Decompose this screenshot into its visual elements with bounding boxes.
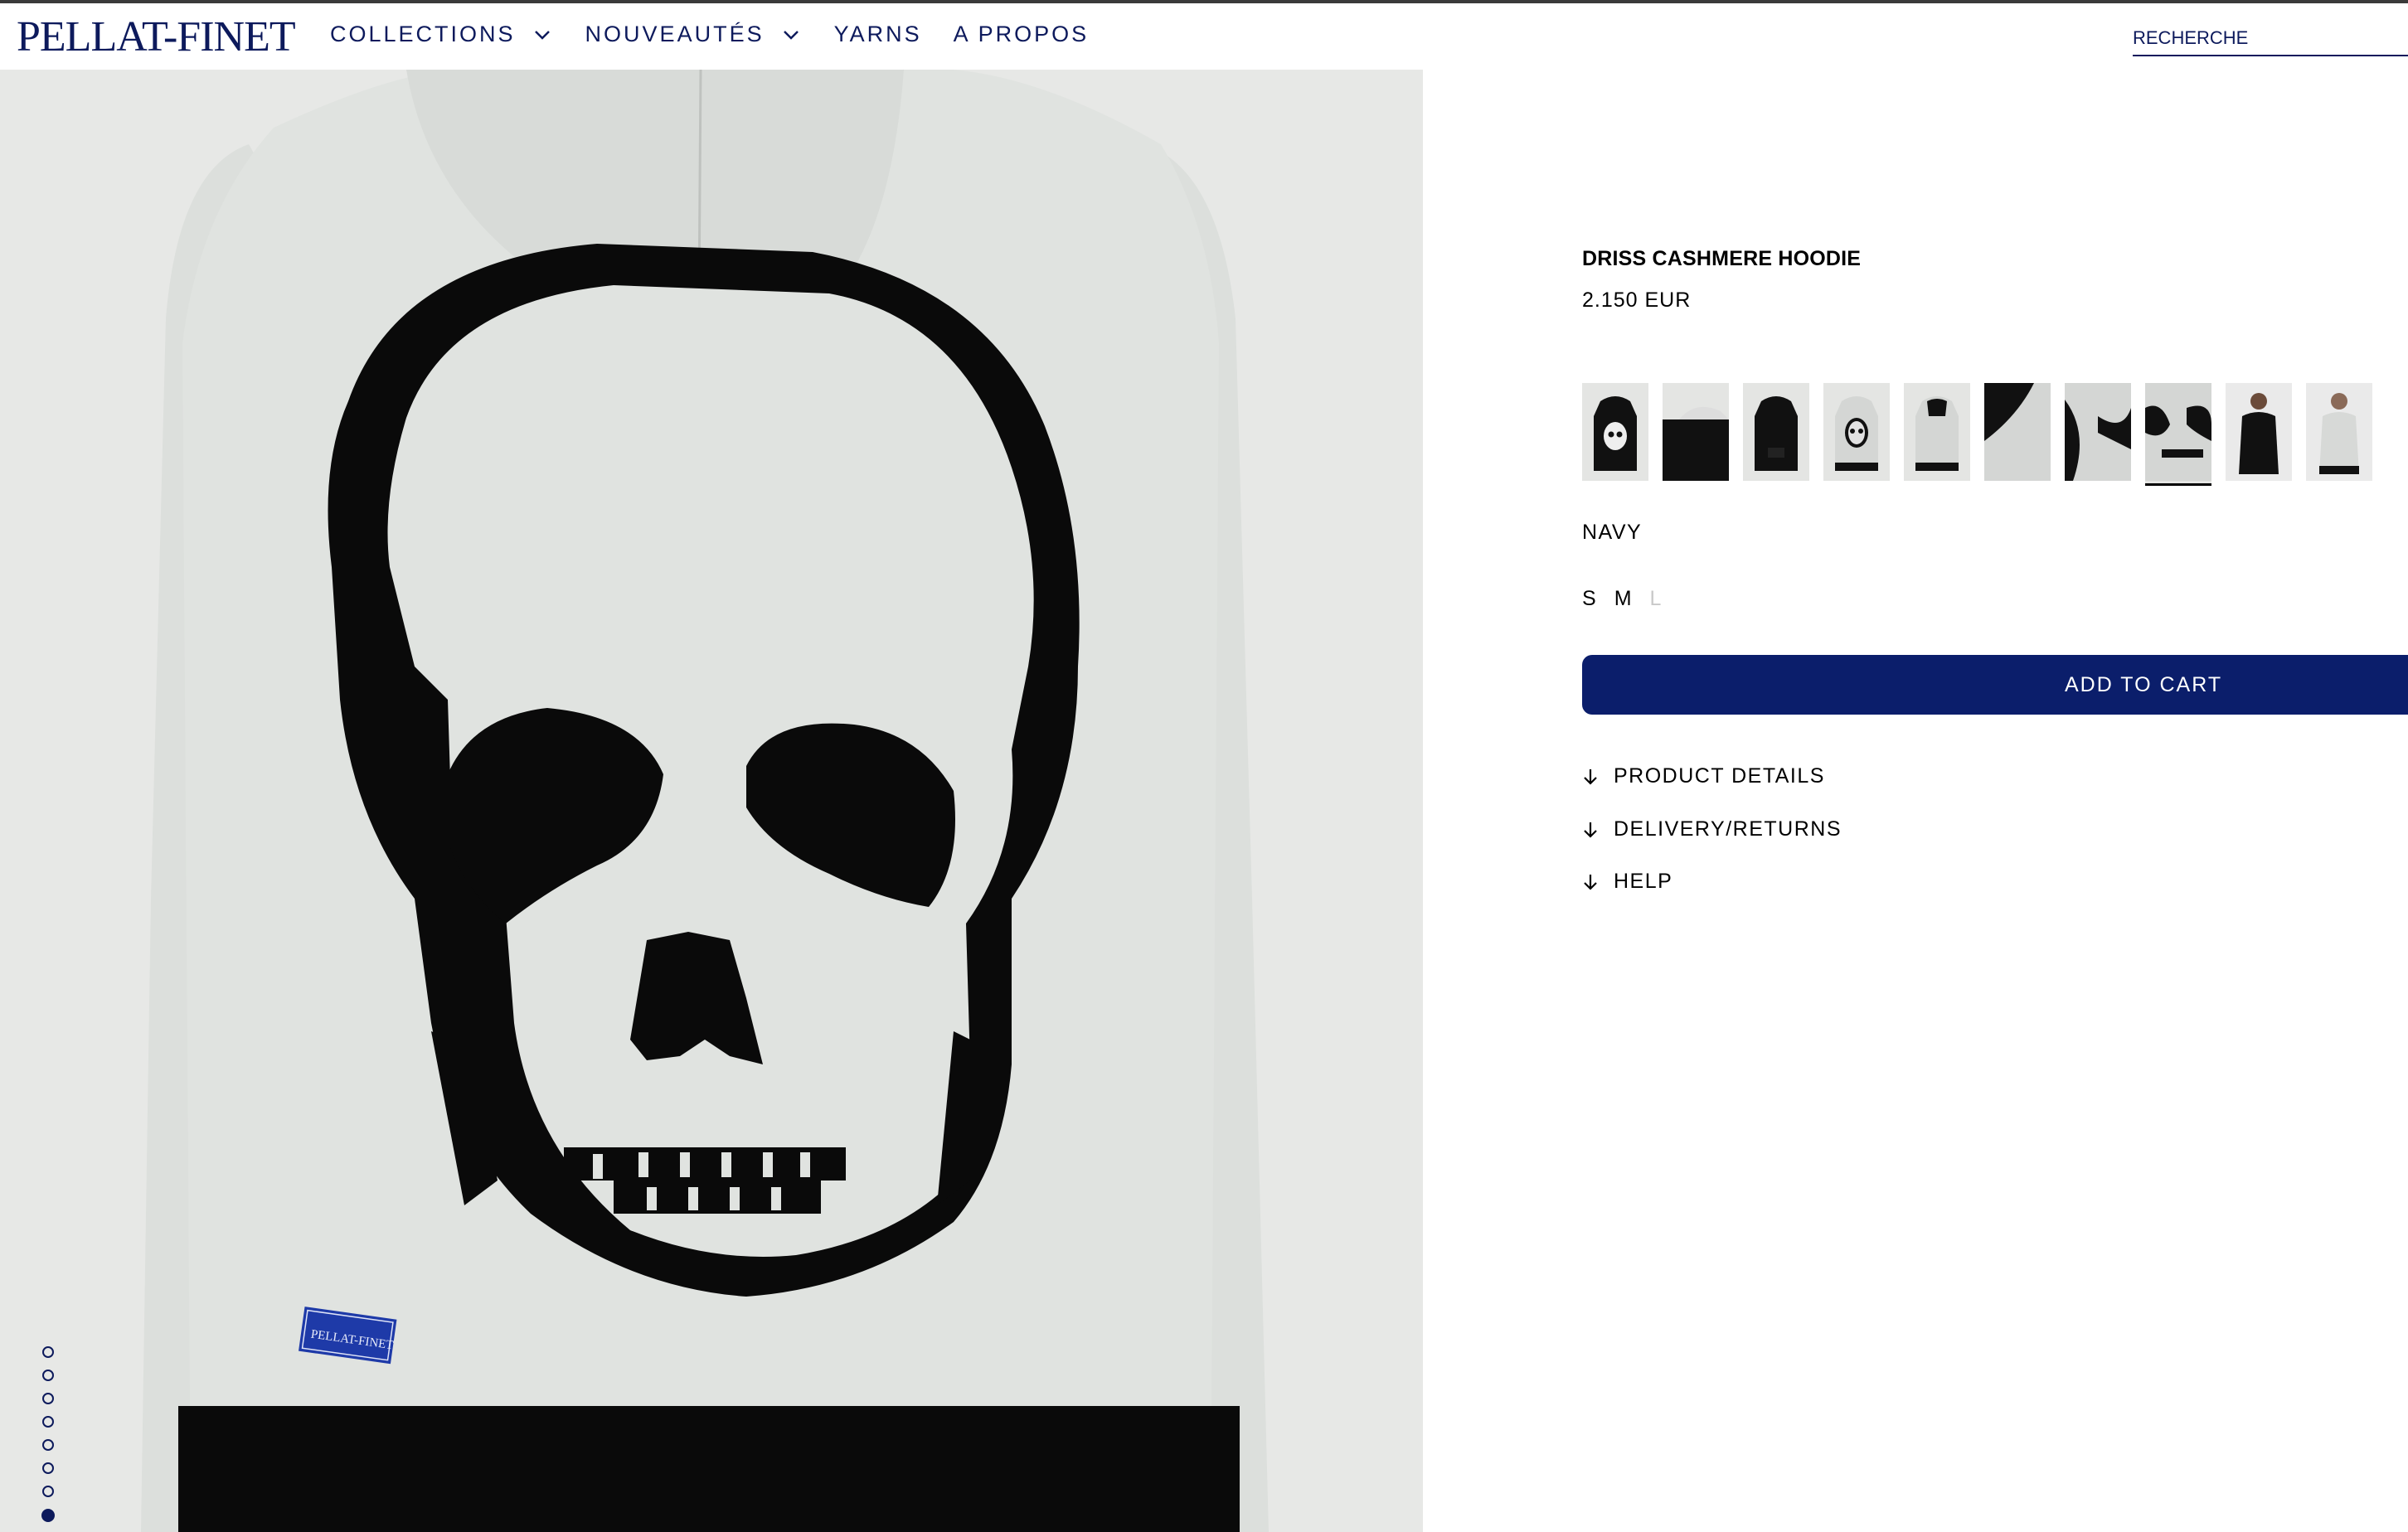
thumbnail-black-back[interactable]: [1743, 383, 1809, 481]
size-selector: S M L: [1582, 587, 1679, 611]
thumbnail-black-hood-detail[interactable]: [1663, 383, 1729, 481]
add-to-cart-button[interactable]: ADD TO CART: [1582, 655, 2408, 715]
arrow-down-icon: [1584, 874, 1597, 890]
gallery-dot[interactable]: [42, 1346, 54, 1358]
thumbnail-white-front[interactable]: [1904, 383, 1970, 481]
nav-yarns[interactable]: YARNS: [834, 22, 922, 47]
gallery-dot[interactable]: [42, 1370, 54, 1381]
size-option-m[interactable]: M: [1614, 587, 1632, 611]
thumbnail-black-skull-front[interactable]: [1582, 383, 1648, 481]
brand-logo[interactable]: PELLAT-FINET: [17, 10, 296, 65]
nav-nouveautes-label: NOUVEAUTÉS: [585, 22, 765, 46]
gallery-dot[interactable]: [42, 1393, 54, 1404]
product-image-gallery[interactable]: PELLAT-FINET: [0, 70, 1423, 1532]
thumbnail-hood-closeup[interactable]: [1984, 383, 2051, 481]
selected-color-label: NAVY: [1582, 521, 1643, 544]
product-image-hoodie-back: PELLAT-FINET: [0, 70, 1423, 1532]
gallery-dot-active[interactable]: [41, 1509, 55, 1522]
accordion-product-details[interactable]: PRODUCT DETAILS: [1582, 764, 1825, 788]
gallery-dot[interactable]: [42, 1462, 54, 1474]
main-nav: COLLECTIONS NOUVEAUTÉS YARNS A PROPOS: [330, 22, 1120, 47]
arrow-down-icon: [1584, 822, 1597, 838]
accordion-delivery-returns[interactable]: DELIVERY/RETURNS: [1582, 817, 1842, 841]
product-title: DRISS CASHMERE HOODIE: [1582, 247, 1862, 270]
nav-a-propos-label: A PROPOS: [953, 22, 1090, 46]
gallery-dot[interactable]: [42, 1439, 54, 1451]
search-field[interactable]: [2133, 25, 2408, 56]
nav-a-propos[interactable]: A PROPOS: [954, 22, 1090, 47]
product-info-panel: DRISS CASHMERE HOODIE 2.150 EUR NAVY S M…: [1582, 70, 2408, 1532]
nav-nouveautes[interactable]: NOUVEAUTÉS: [585, 22, 803, 47]
size-option-l: L: [1649, 587, 1662, 610]
product-price: 2.150 EUR: [1582, 288, 1692, 312]
accordion-label: PRODUCT DETAILS: [1614, 764, 1825, 788]
accordion-help[interactable]: HELP: [1582, 870, 1672, 894]
accordion-label: DELIVERY/RETURNS: [1614, 817, 1842, 841]
thumbnail-strip: [1582, 383, 2386, 486]
accordion-label: HELP: [1614, 870, 1673, 893]
site-header: PELLAT-FINET COLLECTIONS NOUVEAUTÉS YARN…: [0, 3, 2408, 70]
thumbnail-model-black[interactable]: [2226, 383, 2292, 481]
chevron-down-icon: [534, 30, 550, 40]
thumbnail-skull-detail-1[interactable]: [2065, 383, 2131, 481]
gallery-pagination: [41, 1346, 55, 1532]
nav-collections[interactable]: COLLECTIONS: [330, 22, 554, 47]
nav-collections-label: COLLECTIONS: [330, 22, 516, 46]
arrow-down-icon: [1584, 768, 1597, 785]
chevron-down-icon: [783, 30, 799, 40]
thumbnail-model-white[interactable]: [2306, 383, 2372, 481]
gallery-dot[interactable]: [42, 1416, 54, 1428]
nav-yarns-label: YARNS: [833, 22, 922, 46]
search-input[interactable]: [2133, 25, 2408, 51]
size-option-s[interactable]: S: [1582, 587, 1596, 611]
thumbnail-white-skull-back[interactable]: [1823, 383, 1890, 481]
thumbnail-skull-detail-2-selected[interactable]: [2145, 383, 2211, 486]
gallery-dot[interactable]: [42, 1486, 54, 1497]
